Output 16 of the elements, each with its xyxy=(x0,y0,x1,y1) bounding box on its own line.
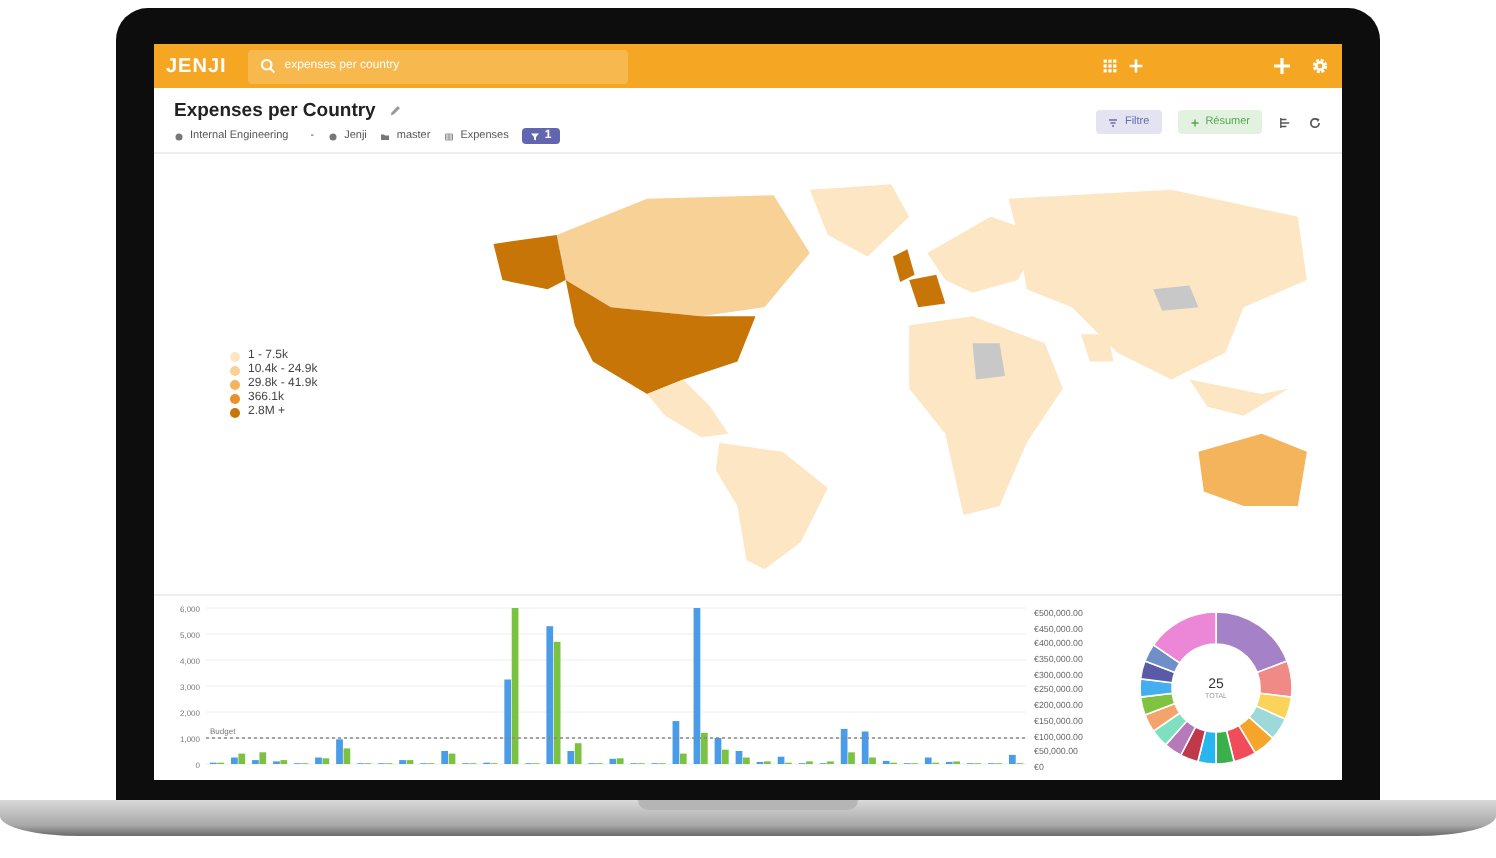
refresh-icon[interactable] xyxy=(1308,115,1322,129)
columns-icon[interactable] xyxy=(1278,115,1292,129)
plus-icon[interactable] xyxy=(1128,58,1144,74)
plus-icon xyxy=(1189,117,1200,127)
settings-icon[interactable] xyxy=(1310,56,1330,76)
globe-icon xyxy=(174,131,184,141)
database-icon xyxy=(328,131,339,141)
grid-icon[interactable] xyxy=(1102,58,1118,74)
page-title: Expenses per Country xyxy=(174,100,376,122)
table-icon xyxy=(444,131,455,141)
filter-icon xyxy=(530,131,541,141)
pencil-icon[interactable] xyxy=(387,104,402,118)
filter-icon xyxy=(1108,117,1119,127)
folder-icon xyxy=(380,131,391,141)
plus-icon[interactable] xyxy=(1272,56,1292,76)
search-icon xyxy=(260,58,277,74)
